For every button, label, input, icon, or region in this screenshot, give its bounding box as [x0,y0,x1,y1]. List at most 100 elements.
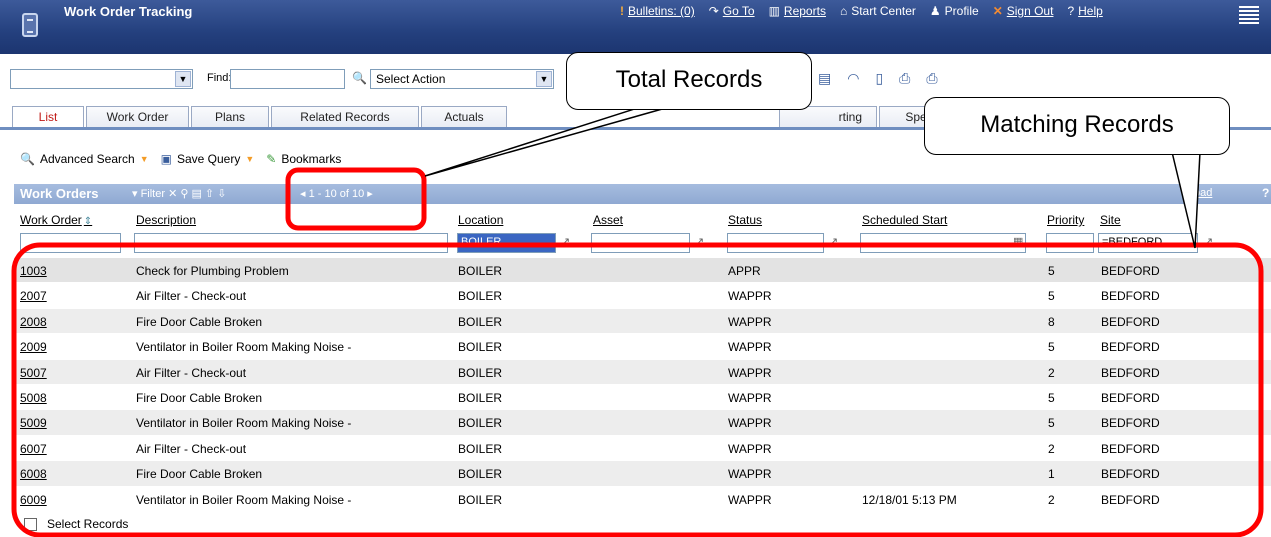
bookmark-icon: ✎ [266,152,277,166]
select-action-dropdown[interactable]: Select Action ▼ [370,69,554,89]
document-icon[interactable]: ▯ [875,70,883,87]
col-header-work-order[interactable]: Work Order ⇕ [20,213,92,227]
priority-cell: 2 [1048,492,1055,507]
col-header-priority[interactable]: Priority [1047,213,1084,227]
work-order-link[interactable]: 5008 [20,391,47,405]
table-row[interactable]: 5009 Ventilator in Boiler Room Making Noi… [14,410,1271,436]
find-label: Find: [207,72,232,84]
location-cell: BOILER [458,340,503,355]
bookmarks-link[interactable]: ✎ Bookmarks [266,152,341,166]
select-action-label: Select Action [376,72,446,86]
save-query-link[interactable]: ▣ Save Query ▼ [161,152,255,166]
location-cell: BOILER [458,441,503,456]
app-select[interactable]: ▼ [10,69,193,89]
priority-cell: 5 [1048,390,1055,405]
tab-actuals[interactable]: Actuals [421,106,507,128]
work-order-link[interactable]: 6007 [20,442,47,456]
nav-profile[interactable]: ♟ Profile [930,4,979,18]
print-icon[interactable]: ⎙ [899,70,910,87]
description-cell: Ventilator in Boiler Room Making Noise - [136,416,352,431]
status-cell: WAPPR [728,314,772,329]
calendar-icon[interactable]: ▦ [1013,235,1023,248]
status-cell: WAPPR [728,340,772,355]
filter-work-order[interactable] [20,233,121,253]
binoculars-icon: 🔍 [20,152,35,166]
col-header-scheduled-start[interactable]: Scheduled Start [862,213,947,227]
filter-description[interactable] [134,233,448,253]
filter-status[interactable] [727,233,824,253]
status-cell: WAPPR [728,467,772,482]
nav-sign-out[interactable]: ✕ Sign Out [993,4,1054,18]
table-row[interactable]: 1003 Check for Plumbing Problem BOILER APPR… [14,258,1271,284]
status-cell: APPR [728,264,761,278]
status-cell: WAPPR [728,390,772,405]
site-cell: BEDFORD [1101,289,1160,304]
tab-related-records[interactable]: Related Records [271,106,419,128]
filter-toggle[interactable]: ▾ Filter ✕ ⚲ ▤ ⇧ ⇩ [132,187,226,200]
filter-location[interactable]: BOILER [457,233,556,253]
filter-asset[interactable] [591,233,690,253]
filter-site[interactable]: =BEDFORD [1098,233,1198,253]
work-order-link[interactable]: 2009 [20,340,47,354]
gauge-icon[interactable]: ◠ [847,70,859,87]
priority-cell: 5 [1048,264,1055,278]
lookup-icon[interactable]: ↗ [695,235,704,248]
work-order-link[interactable]: 1003 [20,264,47,278]
table-row[interactable]: 6009 Ventilator in Boiler Room Making Noi… [14,487,1271,512]
binoculars-icon[interactable]: 🔍 [352,71,367,85]
col-header-location[interactable]: Location [458,213,503,227]
select-records[interactable]: Select Records [24,517,128,531]
filter-scheduled-start[interactable] [860,233,1026,253]
table-row[interactable]: 6007 Air Filter - Check-out BOILER WAPPR 2 BE… [14,436,1271,462]
site-cell: BEDFORD [1101,492,1160,507]
col-header-description[interactable]: Description [136,213,196,227]
top-nav: ! Bulletins: (0) ↷ Go To ▥ Reports ⌂ Start C… [620,4,1103,18]
site-cell: BEDFORD [1101,467,1160,482]
filter-priority[interactable] [1046,233,1094,253]
report-icon[interactable]: ▤ [818,70,831,87]
col-header-asset[interactable]: Asset [593,213,623,227]
lookup-icon[interactable]: ↗ [561,235,570,248]
col-header-site[interactable]: Site [1100,213,1121,227]
nav-help[interactable]: ? Help [1067,4,1102,18]
print-check-icon[interactable]: ⎙ [926,70,937,87]
site-cell: BEDFORD [1101,390,1160,405]
work-order-link[interactable]: 6008 [20,467,47,481]
tab-list[interactable]: List [12,106,84,128]
advanced-search-link[interactable]: 🔍 Advanced Search ▼ [20,152,149,166]
table-row[interactable]: 2007 Air Filter - Check-out BOILER WAPPR 5 BE… [14,283,1271,309]
download-link[interactable]: oad [1194,187,1212,199]
find-input[interactable] [230,69,345,89]
sort-icon[interactable]: ⇕ [84,216,92,227]
lookup-icon[interactable]: ↗ [1204,235,1213,248]
table-row[interactable]: 2008 Fire Door Cable Broken BOILER WAPPR 8 BE… [14,308,1271,335]
table-help-icon[interactable]: ? [1262,186,1269,200]
nav-go-to[interactable]: ↷ Go To [709,4,755,18]
description-cell: Air Filter - Check-out [136,441,247,456]
table-row[interactable]: 6008 Fire Door Cable Broken BOILER WAPPR 1 BE… [14,461,1271,487]
work-order-link[interactable]: 2008 [20,315,47,329]
work-order-link[interactable]: 5007 [20,366,47,380]
site-cell: BEDFORD [1101,340,1160,355]
location-cell: BOILER [458,467,503,482]
table-row[interactable]: 5008 Fire Door Cable Broken BOILER WAPPR 5 BE… [14,385,1271,411]
nav-reports[interactable]: ▥ Reports [769,4,826,18]
tab-work-order[interactable]: Work Order [86,106,189,128]
nav-start-center[interactable]: ⌂ Start Center [840,4,916,18]
work-order-link[interactable]: 6009 [20,493,47,507]
site-cell: BEDFORD [1101,416,1160,431]
tab-plans[interactable]: Plans [191,106,269,128]
nav-bulletins[interactable]: ! Bulletins: (0) [620,4,695,18]
tab-bar: List Work Order Plans Related Records Ac… [12,106,961,128]
description-cell: Fire Door Cable Broken [136,390,263,405]
work-order-link[interactable]: 2007 [20,289,47,303]
table-row[interactable]: 5007 Air Filter - Check-out BOILER WAPPR 2 BE… [14,359,1271,385]
col-header-status[interactable]: Status [728,213,762,227]
location-cell: BOILER [458,289,503,304]
lookup-icon[interactable]: ↗ [829,235,838,248]
table-row[interactable]: 2009 Ventilator in Boiler Room Making Noi… [14,334,1271,360]
priority-cell: 8 [1048,314,1055,329]
work-order-link[interactable]: 5009 [20,416,47,430]
priority-cell: 2 [1048,441,1055,456]
select-records-checkbox[interactable] [24,517,37,531]
